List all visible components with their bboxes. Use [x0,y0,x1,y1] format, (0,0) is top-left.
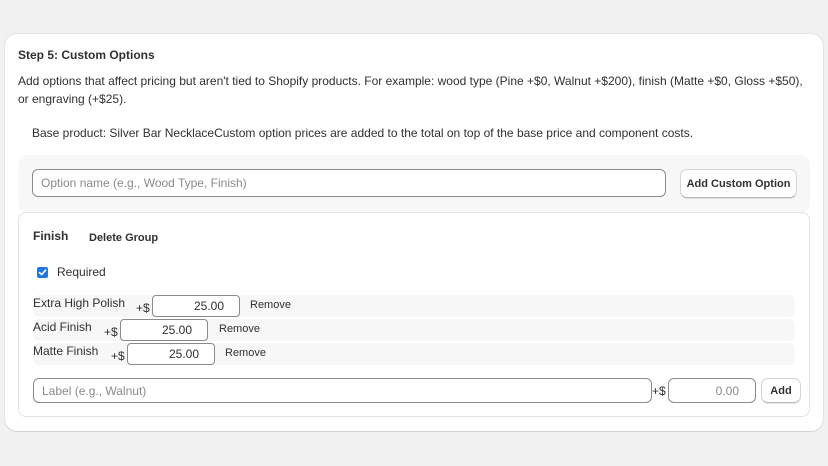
new-value-label-input[interactable] [33,378,652,403]
option-value-price-input[interactable] [152,295,240,317]
checkmark-icon[interactable] [37,266,48,278]
add-custom-option-button[interactable]: Add Custom Option [680,169,797,198]
price-prefix: +$ [136,301,150,315]
required-toggle[interactable]: Required [37,265,106,279]
remove-value-button[interactable]: Remove [250,299,291,311]
new-value-price-prefix: +$ [652,384,666,398]
group-name: Finish [33,229,69,243]
add-option-panel: Add Custom Option [18,155,810,213]
option-group-finish: Finish Delete Group Required Extra High … [18,212,810,417]
option-value-price-input[interactable] [120,319,208,341]
step-description: Add options that affect pricing but aren… [18,74,803,106]
custom-options-card: Step 5: Custom Options Add options that … [5,34,823,431]
price-prefix: +$ [104,325,118,339]
remove-value-button[interactable]: Remove [219,323,260,335]
option-value-row: Extra High Polish +$ Remove [33,295,795,317]
base-product-text: Base product: Silver Bar NecklaceCustom … [32,126,694,140]
step-title: Step 5: Custom Options [18,48,155,62]
option-value-row: Matte Finish +$ Remove [33,343,795,365]
option-value-price-input[interactable] [127,343,215,365]
option-value-label: Acid Finish [33,320,92,334]
add-value-button[interactable]: Add [761,378,801,403]
option-value-row: Acid Finish +$ Remove [33,319,795,341]
remove-value-button[interactable]: Remove [225,347,266,359]
option-value-label: Extra High Polish [33,296,126,310]
option-value-label: Matte Finish [33,344,99,358]
required-label: Required [57,265,106,279]
new-value-price-input[interactable] [668,378,756,403]
delete-group-button[interactable]: Delete Group [85,230,162,246]
price-prefix: +$ [111,349,125,363]
option-name-input[interactable] [32,169,666,197]
